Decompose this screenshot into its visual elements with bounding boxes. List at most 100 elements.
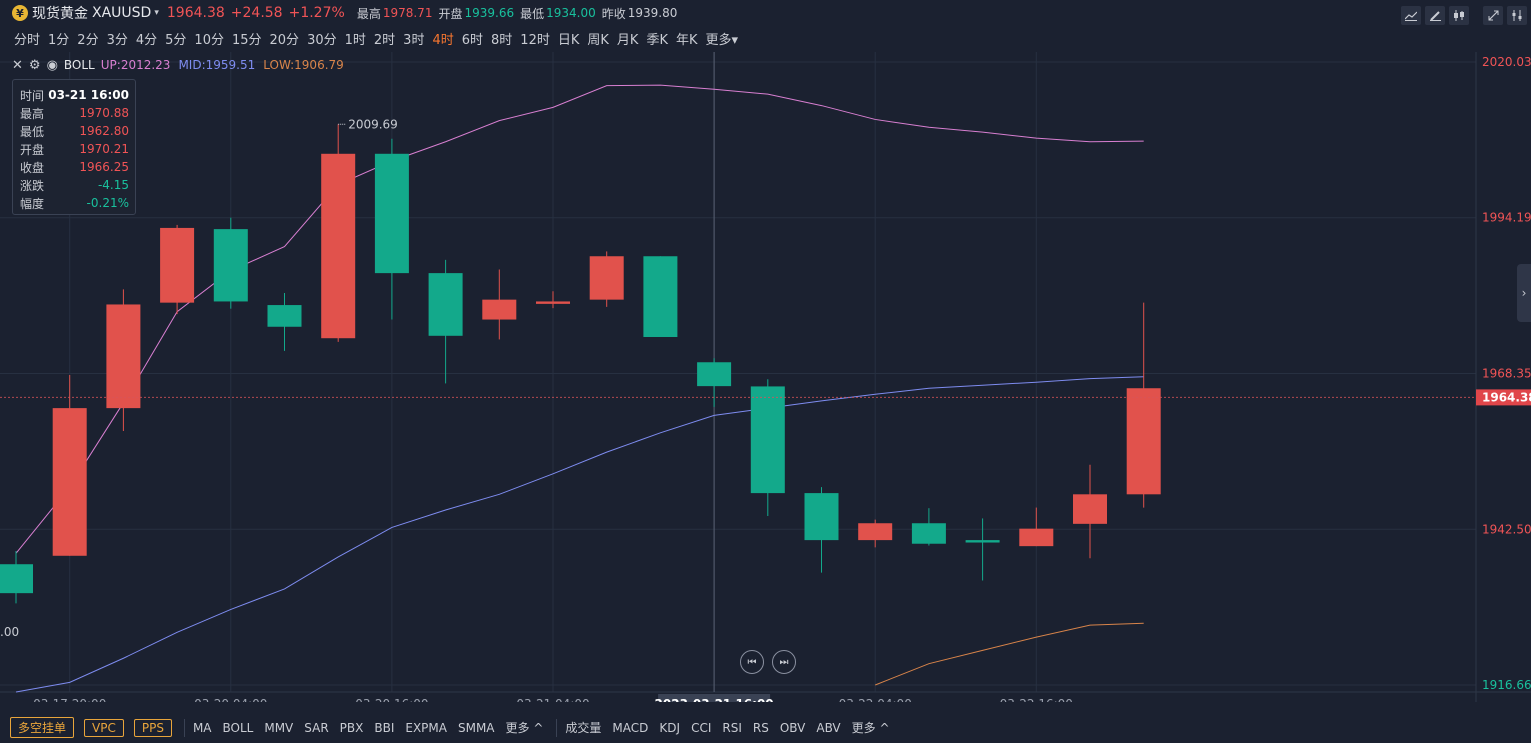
candle-body: [858, 523, 893, 541]
crosshair-time-label: 2023-03-21 16:00: [655, 697, 774, 702]
period-4[interactable]: 4分: [136, 29, 157, 48]
tooltip-key: 收盘: [20, 160, 45, 175]
period-13[interactable]: 4时: [432, 29, 453, 48]
candle-body: [106, 304, 141, 409]
period-1[interactable]: 1分: [48, 29, 69, 48]
candles-icon[interactable]: [1449, 6, 1469, 25]
period-10[interactable]: 1时: [345, 29, 366, 48]
main-indicator-1[interactable]: BOLL: [223, 721, 254, 735]
tooltip-key: 最低: [20, 124, 45, 139]
instrument-symbol[interactable]: XAUUSD: [92, 5, 151, 21]
chart-area[interactable]: 2009.69 .00 1964.38 2020.03 1994.19 1968.35 19…: [0, 52, 1531, 702]
sub-indicator-3[interactable]: CCI: [691, 721, 711, 735]
tooltip-key: 开盘: [20, 142, 45, 157]
header-toolbar: [1401, 6, 1531, 25]
sub-indicator-8[interactable]: 更多 ^: [852, 719, 890, 736]
period-18[interactable]: 周K: [587, 29, 609, 48]
tooltip-key: 最高: [20, 106, 45, 121]
close-icon[interactable]: ✕: [12, 58, 23, 73]
eye-icon[interactable]: ◉: [47, 58, 58, 73]
period-14[interactable]: 6时: [462, 29, 483, 48]
y-tick-label: 1916.66: [1482, 678, 1531, 692]
divider: [556, 718, 558, 737]
period-17[interactable]: 日K: [558, 29, 580, 48]
candle-body: [267, 305, 302, 327]
divider: [183, 718, 185, 737]
candle-body: [1073, 494, 1107, 524]
max-price-label: 2009.69: [348, 117, 398, 131]
y-tick-label: 1994.19: [1482, 211, 1531, 225]
y-tick-label: 2020.03: [1482, 55, 1531, 69]
period-21[interactable]: 年K: [676, 29, 698, 48]
gold-coin-icon: ¥: [12, 5, 28, 21]
main-indicator-5[interactable]: BBI: [374, 721, 394, 735]
period-0[interactable]: 分时: [14, 29, 40, 48]
candle-body: [643, 256, 678, 338]
sub-indicator-2[interactable]: KDJ: [659, 721, 680, 735]
x-tick-label: 03-20 04:00: [194, 697, 267, 702]
sub-indicator-4[interactable]: RSI: [722, 721, 742, 735]
instrument-name[interactable]: 现货黄金: [32, 3, 88, 23]
period-19[interactable]: 月K: [617, 29, 639, 48]
scroll-start-button[interactable]: ⏮: [740, 650, 764, 674]
main-indicator-4[interactable]: PBX: [340, 721, 364, 735]
overlay-button-1[interactable]: VPC: [84, 718, 124, 737]
x-tick-label: 03-20 16:00: [355, 697, 428, 702]
tooltip-row: 收盘 1966.25: [20, 158, 129, 176]
x-tick-label: 03-22 16:00: [1000, 697, 1073, 702]
boll-up-value: UP:2012.23: [100, 58, 171, 72]
chevron-right-icon[interactable]: ›: [1517, 264, 1531, 322]
gear-icon[interactable]: ⚙: [29, 58, 41, 73]
pencil-icon[interactable]: [1425, 6, 1445, 25]
tooltip-value: 03-21 16:00: [48, 88, 129, 102]
tooltip-value: -4.15: [97, 178, 129, 192]
tooltip-row: 最低 1962.80: [20, 122, 129, 140]
overlay-button-2[interactable]: PPS: [133, 718, 172, 737]
candle-body: [1126, 388, 1161, 495]
period-9[interactable]: 30分: [307, 29, 337, 48]
chevron-down-icon[interactable]: ▾: [154, 8, 159, 18]
period-16[interactable]: 12时: [520, 29, 550, 48]
main-indicator-6[interactable]: EXPMA: [405, 721, 447, 735]
period-8[interactable]: 20分: [270, 29, 300, 48]
candle-body: [52, 408, 87, 556]
boll-low-line: [875, 622, 1144, 686]
period-5[interactable]: 5分: [165, 29, 186, 48]
indicator-bar: 多空挂单 VPC PPS MA BOLL MMV SAR PBX BBI EXPMA SMMA 更多 …: [0, 712, 1531, 743]
sub-indicator-1[interactable]: MACD: [612, 721, 648, 735]
settings-icon[interactable]: [1507, 6, 1527, 25]
period-11[interactable]: 2时: [374, 29, 395, 48]
period-15[interactable]: 8时: [491, 29, 512, 48]
period-20[interactable]: 季K: [646, 29, 668, 48]
sub-indicator-5[interactable]: RS: [753, 721, 769, 735]
tooltip-key: 幅度: [20, 196, 45, 211]
main-indicator-3[interactable]: SAR: [304, 721, 328, 735]
candle-body: [697, 362, 732, 387]
boll-low-value: LOW:1906.79: [263, 58, 344, 72]
candlestick-chart[interactable]: 2009.69 .00 1964.38 2020.03 1994.19 1968.35 19…: [0, 52, 1531, 702]
candle-body: [428, 273, 463, 336]
expand-icon[interactable]: [1483, 6, 1503, 25]
sub-indicator-6[interactable]: OBV: [780, 721, 806, 735]
period-22[interactable]: 更多▾: [706, 29, 739, 48]
prev-close-label: 昨收: [601, 6, 626, 21]
period-6[interactable]: 10分: [194, 29, 224, 48]
line-chart-icon[interactable]: [1401, 6, 1421, 25]
period-3[interactable]: 3分: [107, 29, 128, 48]
main-indicator-2[interactable]: MMV: [264, 721, 293, 735]
period-7[interactable]: 15分: [232, 29, 262, 48]
tooltip-value: 1966.25: [79, 160, 129, 174]
low-label: 最低: [520, 6, 545, 21]
ohlc-tooltip: 时间 03-21 16:00 最高 1970.88 最低 1962.80 开盘 1970.21…: [12, 79, 136, 215]
main-indicator-0[interactable]: MA: [193, 721, 212, 735]
main-indicator-7[interactable]: SMMA: [458, 721, 495, 735]
period-12[interactable]: 3时: [403, 29, 424, 48]
candle-body: [750, 386, 785, 494]
tooltip-row: 时间 03-21 16:00: [20, 86, 129, 104]
main-indicator-8[interactable]: 更多 ^: [506, 719, 544, 736]
scroll-end-button[interactable]: ⏭: [772, 650, 796, 674]
overlay-button-0[interactable]: 多空挂单: [10, 717, 75, 738]
sub-indicator-7[interactable]: ABV: [816, 721, 840, 735]
sub-indicator-0[interactable]: 成交量: [565, 719, 601, 736]
period-2[interactable]: 2分: [77, 29, 98, 48]
